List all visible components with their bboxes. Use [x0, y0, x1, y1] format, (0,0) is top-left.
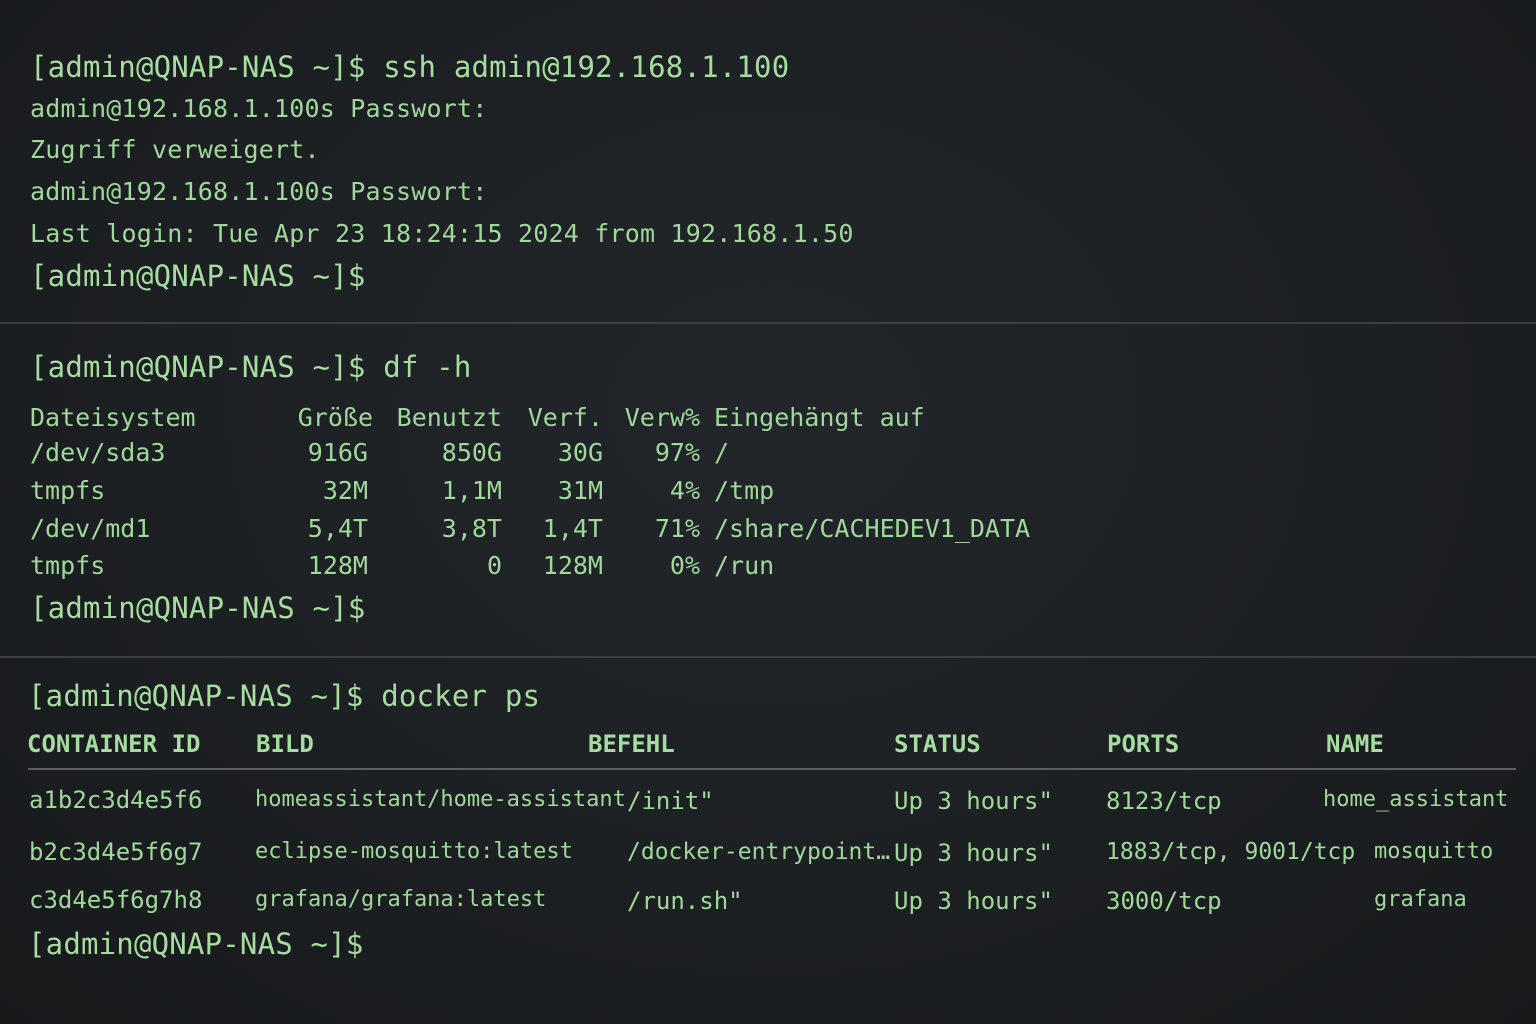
docker-cell-image: grafana/grafana:latest: [255, 887, 547, 912]
docker-header-command: BEFEHL: [588, 730, 675, 758]
output-line: Last login: Tue Apr 23 18:24:15 2024 fro…: [30, 219, 854, 248]
df-cell-size: 5,4T: [307, 514, 368, 543]
df-cell-filesystem: /dev/md1: [30, 514, 151, 543]
df-cell-used: 1,1M: [441, 476, 502, 505]
df-cell-filesystem: tmpfs: [30, 476, 106, 505]
ssh-command-line: [admin@QNAP-NAS ~]$ ssh admin@192.168.1.…: [30, 50, 789, 84]
df-header-use-percent: Verw%: [624, 403, 700, 432]
docker-cell-command: /docker-entrypoint…: [627, 839, 891, 865]
df-command-line: [admin@QNAP-NAS ~]$ df -h: [30, 350, 472, 384]
df-cell-size: 916G: [307, 438, 368, 467]
command-text: ssh admin@192.168.1.100: [383, 50, 790, 84]
docker-cell-status: Up 3 hours": [894, 839, 1053, 867]
section-divider: [0, 322, 1536, 324]
docker-cell-image: homeassistant/home-assistant: [255, 787, 626, 812]
output-line: admin@192.168.1.100s Passwort:: [30, 94, 488, 123]
docker-cell-name: mosquitto: [1374, 839, 1494, 864]
prompt: [admin@QNAP-NAS ~]$: [30, 350, 366, 384]
df-cell-used: 3,8T: [441, 514, 502, 543]
df-header-size: Größe: [297, 403, 373, 432]
prompt: [admin@QNAP-NAS ~]$: [30, 591, 366, 625]
df-cell-use-percent: 71%: [654, 514, 700, 543]
df-cell-size: 32M: [322, 476, 368, 505]
df-cell-size: 128M: [307, 551, 368, 580]
output-line: admin@192.168.1.100s Passwort:: [30, 177, 488, 206]
prompt: [admin@QNAP-NAS ~]$: [30, 259, 366, 293]
section-divider: [0, 656, 1536, 658]
prompt: [admin@QNAP-NAS ~]$: [30, 50, 366, 84]
df-cell-use-percent: 97%: [654, 438, 700, 467]
df-cell-mounted-on: /tmp: [714, 476, 775, 505]
docker-header-image: BILD: [256, 730, 314, 758]
prompt: [admin@QNAP-NAS ~]$: [28, 679, 364, 713]
docker-cell-container-id: b2c3d4e5f6g7: [29, 838, 203, 866]
output-line: Zugriff verweigert.: [30, 135, 320, 164]
df-cell-avail: 31M: [557, 476, 603, 505]
df-cell-filesystem: tmpfs: [30, 551, 106, 580]
docker-cell-ports: 1883/tcp, 9001/tcp: [1106, 839, 1356, 865]
docker-header-ports: PORTS: [1107, 730, 1180, 758]
df-cell-mounted-on: /share/CACHEDEV1_DATA: [714, 514, 1031, 543]
prompt: [admin@QNAP-NAS ~]$: [28, 927, 364, 961]
command-text: df -h: [383, 350, 472, 384]
docker-cell-name: grafana: [1374, 887, 1467, 912]
df-cell-used: 0: [486, 551, 502, 580]
docker-cell-ports: 3000/tcp: [1106, 887, 1222, 915]
df-cell-avail: 30G: [557, 438, 603, 467]
docker-cell-ports: 8123/tcp: [1106, 787, 1222, 815]
df-cell-mounted-on: /run: [714, 551, 775, 580]
df-cell-used: 850G: [441, 438, 502, 467]
df-header-filesystem: Dateisystem: [30, 403, 196, 432]
df-cell-mounted-on: /: [714, 438, 730, 467]
docker-header-name: NAME: [1326, 730, 1384, 758]
df-cell-use-percent: 0%: [669, 551, 700, 580]
docker-cell-container-id: a1b2c3d4e5f6: [29, 786, 203, 814]
df-cell-filesystem: /dev/sda3: [30, 438, 166, 467]
df-header-avail: Verf.: [527, 403, 603, 432]
docker-cell-status: Up 3 hours": [894, 887, 1053, 915]
df-cell-avail: 128M: [542, 551, 603, 580]
docker-header-container-id: CONTAINER ID: [27, 730, 201, 758]
docker-cell-command: /init": [627, 787, 714, 815]
docker-header-status: STATUS: [894, 730, 981, 758]
terminal-window[interactable]: [admin@QNAP-NAS ~]$ ssh admin@192.168.1.…: [0, 0, 1536, 1024]
df-header-mounted-on: Eingehängt auf: [714, 403, 925, 432]
df-cell-use-percent: 4%: [669, 476, 700, 505]
table-header-rule: [28, 768, 1516, 770]
docker-cell-name: home_assistant: [1323, 787, 1509, 812]
df-cell-avail: 1,4T: [542, 514, 603, 543]
docker-cell-status: Up 3 hours": [894, 787, 1053, 815]
command-text: docker ps: [381, 679, 541, 713]
docker-cell-container-id: c3d4e5f6g7h8: [29, 886, 203, 914]
docker-cell-image: eclipse-mosquitto:latest: [255, 839, 573, 864]
docker-cell-command: /run.sh": [627, 887, 743, 915]
df-header-used: Benutzt: [396, 403, 502, 432]
docker-command-line: [admin@QNAP-NAS ~]$ docker ps: [28, 679, 540, 713]
